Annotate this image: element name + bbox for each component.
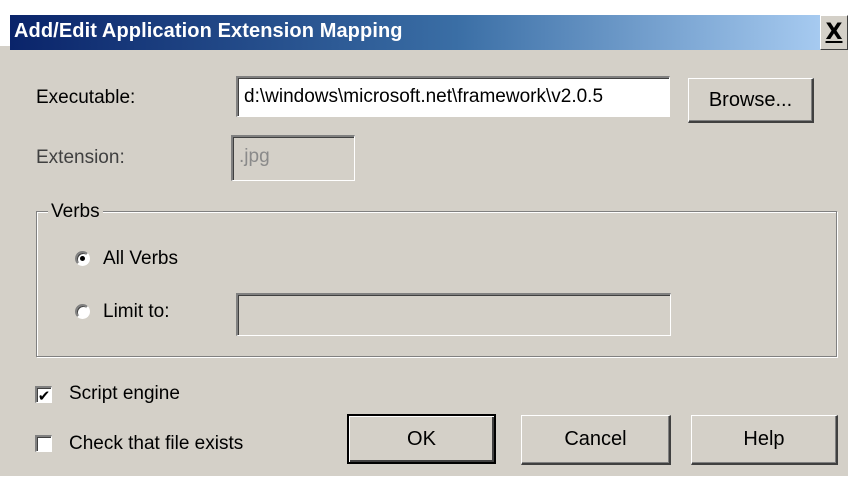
all-verbs-label[interactable]: All Verbs (103, 248, 178, 270)
executable-label: Executable: (36, 87, 136, 108)
close-icon: X (825, 20, 843, 45)
radio-selected-dot (80, 256, 85, 261)
limit-to-input (236, 293, 671, 336)
dialog-window: Add/Edit Application Extension Mapping X… (0, 0, 848, 476)
script-engine-checkbox[interactable]: ✔ (35, 386, 52, 405)
window-title: Add/Edit Application Extension Mapping (14, 20, 403, 42)
script-engine-label[interactable]: Script engine (69, 383, 180, 405)
check-file-exists-checkbox[interactable] (35, 435, 52, 452)
limit-to-radio[interactable] (75, 304, 90, 319)
extension-input: .jpg (231, 135, 355, 181)
all-verbs-radio[interactable] (75, 251, 90, 266)
browse-button[interactable]: Browse... (688, 78, 814, 123)
limit-to-label[interactable]: Limit to: (103, 301, 170, 323)
close-button[interactable]: X (820, 15, 848, 50)
title-bar: Add/Edit Application Extension Mapping X (0, 0, 848, 50)
checkmark-icon: ✔ (37, 387, 51, 405)
bottom-margin (0, 476, 848, 483)
verbs-group-label: Verbs (48, 201, 103, 223)
extension-label: Extension: (36, 147, 125, 168)
cancel-button[interactable]: Cancel (521, 415, 671, 465)
executable-input[interactable]: d:\windows\microsoft.net\framework\v2.0.… (236, 76, 670, 117)
check-file-exists-label[interactable]: Check that file exists (69, 433, 243, 455)
ok-button[interactable]: OK (347, 414, 496, 464)
help-button[interactable]: Help (691, 415, 838, 465)
